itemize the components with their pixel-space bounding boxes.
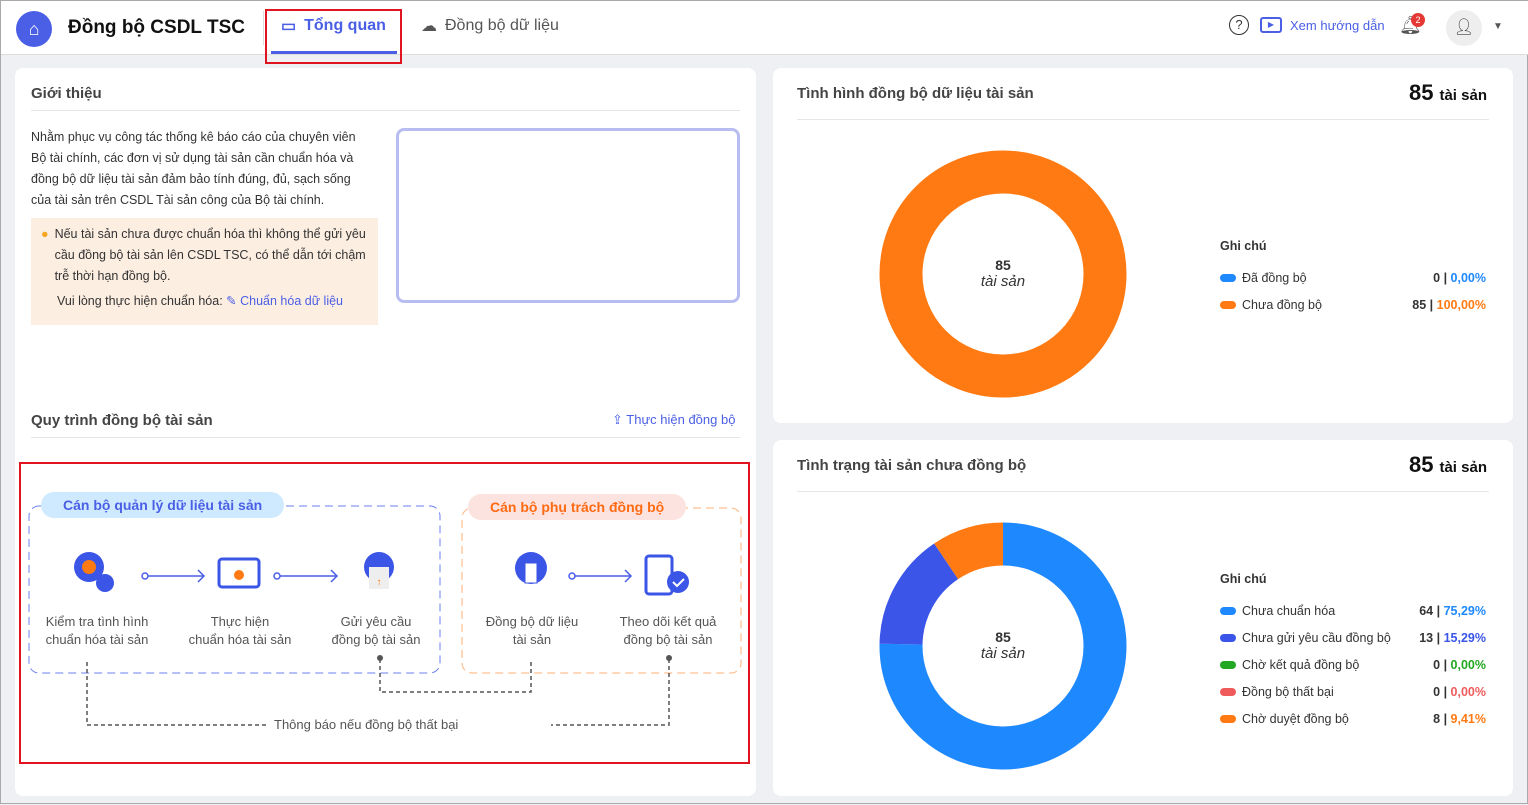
legend-value: 0 | 0,00%: [1433, 270, 1486, 285]
legend-label: Đồng bộ thất bại: [1242, 684, 1334, 699]
legend-label: Chờ duyệt đồng bộ: [1242, 711, 1349, 726]
legend-label: Chưa đồng bộ: [1242, 297, 1322, 312]
legend-swatch: [1220, 300, 1236, 309]
legend-item: Chờ kết quả đồng bộ 0 | 0,00%: [1220, 651, 1486, 678]
legend-value: 0 | 0,00%: [1433, 684, 1486, 699]
total-count: 85 tài sản: [1408, 80, 1487, 105]
legend-item: Đã đồng bộ 0 | 0,00%: [1220, 264, 1486, 291]
divider: [797, 491, 1489, 492]
legend-item: Chưa gửi yêu cầu đồng bộ 13 | 15,29%: [1220, 624, 1486, 651]
legend-swatch: [1220, 273, 1236, 282]
legend-label: Chưa chuẩn hóa: [1242, 603, 1336, 618]
legend-label: Chưa gửi yêu cầu đồng bộ: [1242, 630, 1391, 645]
legend-swatch: [1220, 633, 1236, 642]
legend-swatch: [1220, 660, 1236, 669]
legend-item: Chưa chuẩn hóa 64 | 75,29%: [1220, 597, 1486, 624]
donut-center-label: 85 tài sản: [980, 257, 1026, 290]
legend-label: Đã đồng bộ: [1242, 270, 1307, 285]
chart-title: Tình hình đồng bộ dữ liệu tài sản: [797, 85, 1034, 102]
highlight-box: [19, 462, 750, 764]
legend-label: Chờ kết quả đồng bộ: [1242, 657, 1360, 672]
divider: [797, 119, 1489, 120]
legend-swatch: [1220, 714, 1236, 723]
chart-title: Tình trạng tài sản chưa đồng bộ: [797, 457, 1027, 474]
legend-value: 13 | 15,29%: [1419, 630, 1486, 645]
legend-swatch: [1220, 606, 1236, 615]
legend-value: 0 | 0,00%: [1433, 657, 1486, 672]
donut-center-label: 85 tài sản: [980, 629, 1026, 662]
legend-item: Chờ duyệt đồng bộ 8 | 9,41%: [1220, 705, 1486, 732]
chart-legend: Ghi chú Đã đồng bộ 0 | 0,00% Chưa đồng bộ 85…: [1220, 239, 1486, 318]
legend-value: 8 | 9,41%: [1433, 711, 1486, 726]
total-count: 85 tài sản: [1408, 452, 1487, 477]
legend-item: Đồng bộ thất bại 0 | 0,00%: [1220, 678, 1486, 705]
chart-legend: Ghi chú Chưa chuẩn hóa 64 | 75,29% Chưa gửi…: [1220, 572, 1486, 732]
legend-value: 64 | 75,29%: [1419, 603, 1486, 618]
legend-swatch: [1220, 687, 1236, 696]
legend-item: Chưa đồng bộ 85 | 100,00%: [1220, 291, 1486, 318]
legend-value: 85 | 100,00%: [1412, 297, 1486, 312]
